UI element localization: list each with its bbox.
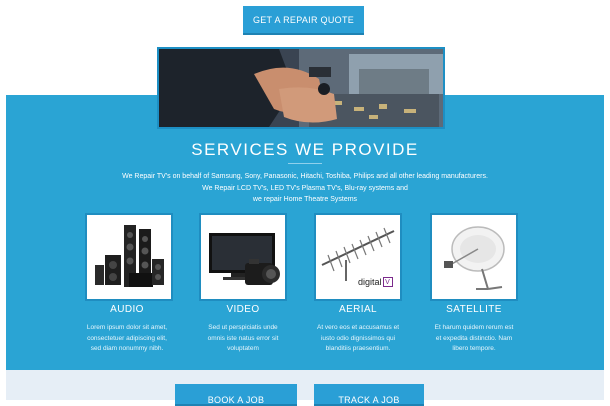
hero-repair-image (157, 47, 445, 129)
desc-line: iusto odio dignissimos qui (320, 334, 396, 342)
title-divider (288, 163, 322, 164)
desc-line: omnis iste natus error sit (207, 334, 279, 342)
audio-description: Lorem ipsum dolor sit amet, consectetuer… (67, 323, 187, 355)
get-repair-quote-button[interactable]: GET A REPAIR QUOTE (243, 6, 364, 35)
satellite-image[interactable] (430, 213, 518, 301)
services-intro: We Repair TV's on behalf of Samsung, Son… (0, 171, 610, 206)
desc-line: Lorem ipsum dolor sit amet, (86, 324, 168, 331)
intro-line: We Repair LCD TV's, LED TV's Plasma TV's… (202, 184, 408, 192)
desc-line: et expedita distinctio. Nam (435, 334, 513, 342)
video-image[interactable] (199, 213, 287, 301)
audio-title: AUDIO (110, 304, 144, 315)
video-description: Sed ut perspiciatis unde omnis iste natu… (183, 323, 303, 355)
desc-line: Sed ut perspiciatis unde (208, 324, 278, 331)
aerial-image[interactable]: digital V (314, 213, 402, 301)
desc-line: sed diam nonummy nibh. (90, 345, 164, 352)
desc-line: voluptatem (227, 345, 259, 352)
bottom-band (6, 370, 604, 400)
track-a-job-button[interactable]: TRACK A JOB (314, 384, 424, 406)
tv-badge-icon: V (382, 277, 393, 287)
audio-image[interactable] (85, 213, 173, 301)
digital-logo-text: digital (358, 277, 382, 287)
satellite-description: Et harum quidem rerum est et expedita di… (414, 323, 534, 355)
desc-line: Et harum quidem rerum est (434, 324, 514, 331)
book-a-job-button[interactable]: BOOK A JOB (175, 384, 297, 406)
desc-line: blanditiis praesentium. (325, 345, 391, 352)
intro-line: we repair Home Theatre Systems (252, 196, 358, 203)
aerial-description: At vero eos et accusamus et iusto odio d… (298, 323, 418, 355)
intro-line: We Repair TV's on behalf of Samsung, Son… (122, 173, 488, 180)
services-title: SERVICES WE PROVIDE (191, 140, 419, 159)
digital-logo: digital V (358, 277, 393, 287)
aerial-title: AERIAL (339, 304, 377, 315)
desc-line: libero tempore. (452, 345, 496, 352)
video-title: VIDEO (226, 304, 260, 315)
satellite-title: SATELLITE (446, 304, 502, 315)
desc-line: consectetuer adipiscing elit, (87, 334, 167, 342)
desc-line: At vero eos et accusamus et (316, 324, 399, 331)
